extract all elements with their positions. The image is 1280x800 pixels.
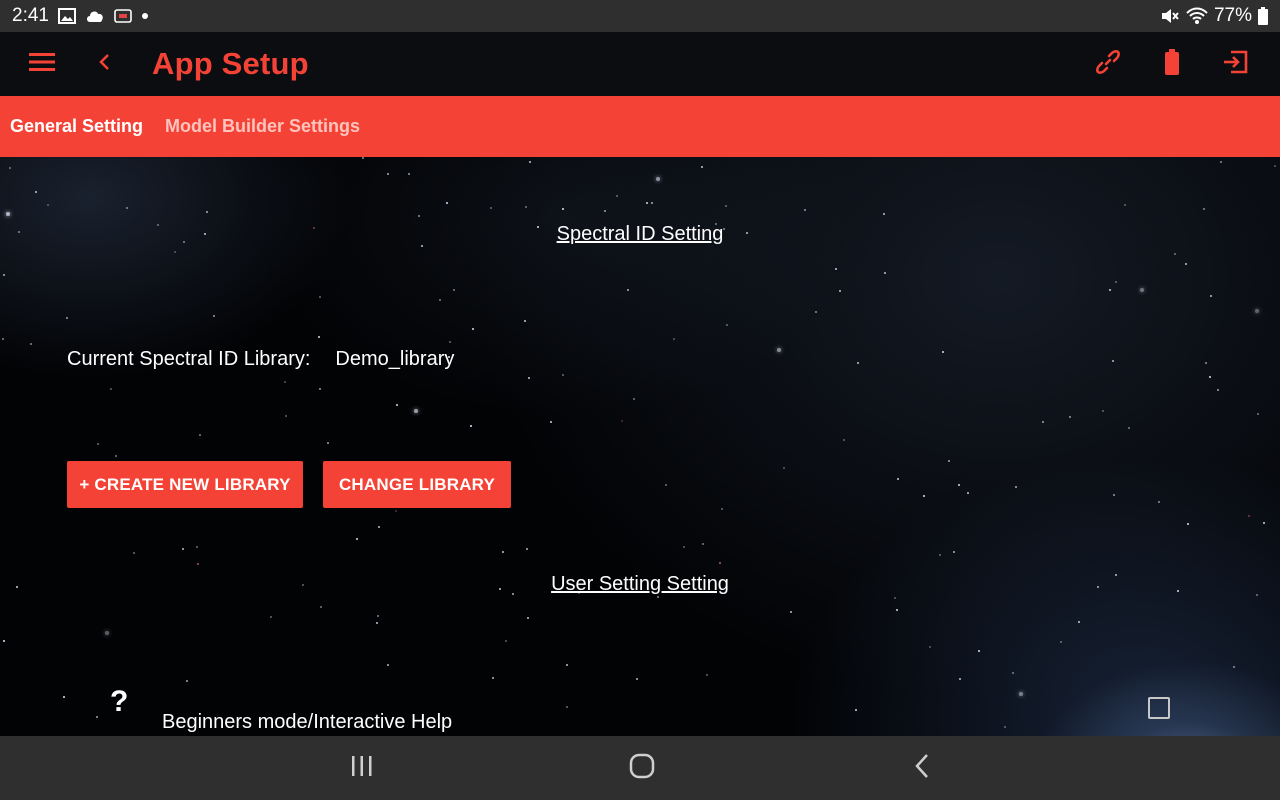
- navigation-bar: [0, 736, 1280, 800]
- tab-general-setting[interactable]: General Setting: [10, 116, 143, 137]
- page-title: App Setup: [152, 46, 309, 81]
- back-arrow-icon: [97, 52, 111, 77]
- logout-icon: [1222, 48, 1250, 81]
- dot-icon: [141, 12, 149, 20]
- status-battery-icon: [1258, 7, 1268, 25]
- current-library-row: Current Spectral ID Library: Demo_librar…: [67, 348, 454, 371]
- beginners-mode-checkbox[interactable]: [1148, 697, 1170, 719]
- app-bar: App Setup: [0, 32, 1280, 96]
- mute-icon: [1160, 7, 1180, 25]
- home-icon: [629, 753, 655, 784]
- recents-icon: [350, 755, 374, 782]
- beginners-mode-label: Beginners mode/Interactive Help: [162, 711, 453, 733]
- status-bar: 2:41 77%: [0, 0, 1280, 32]
- gallery-icon: [57, 8, 76, 24]
- menu-button[interactable]: [18, 40, 66, 88]
- menu-icon: [29, 52, 55, 77]
- back-button[interactable]: [80, 40, 128, 88]
- battery-button[interactable]: [1148, 40, 1196, 88]
- cloud-icon: [85, 9, 105, 23]
- create-new-library-button[interactable]: + CREATE NEW LIBRARY: [67, 461, 303, 508]
- help-icon[interactable]: ?: [110, 685, 128, 719]
- status-time: 2:41: [12, 5, 49, 26]
- change-library-button[interactable]: CHANGE LIBRARY: [323, 461, 511, 508]
- user-setting-heading[interactable]: User Setting Setting: [0, 573, 1280, 596]
- link-button[interactable]: [1084, 40, 1132, 88]
- link-icon: [1094, 48, 1122, 81]
- tab-bar: General Setting Model Builder Settings: [0, 96, 1280, 157]
- wifi-icon: [1186, 7, 1208, 25]
- battery-percent: 77%: [1213, 5, 1252, 26]
- current-library-label: Current Spectral ID Library:: [67, 348, 311, 370]
- nav-back-icon: [914, 753, 930, 784]
- notification-icon: [114, 8, 132, 24]
- settings-content: Spectral ID Setting Current Spectral ID …: [0, 157, 1280, 736]
- current-library-value: Demo_library: [335, 348, 455, 370]
- recents-button[interactable]: [334, 744, 390, 792]
- battery-icon: [1163, 48, 1181, 81]
- spectral-id-setting-heading[interactable]: Spectral ID Setting: [0, 223, 1280, 246]
- home-button[interactable]: [614, 744, 670, 792]
- tab-model-builder-settings[interactable]: Model Builder Settings: [165, 116, 360, 137]
- logout-button[interactable]: [1212, 40, 1260, 88]
- nav-back-button[interactable]: [894, 744, 950, 792]
